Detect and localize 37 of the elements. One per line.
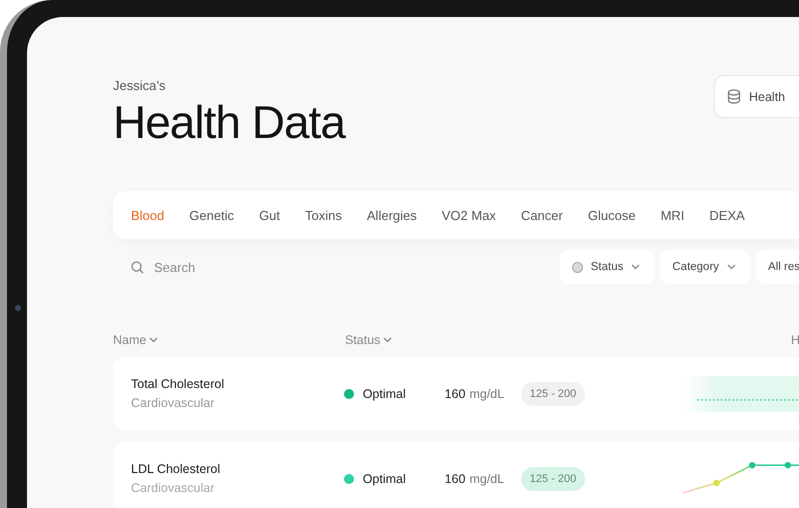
tab[interactable]: Allergies [366, 208, 417, 222]
filter-dropdown[interactable]: Category [660, 250, 750, 284]
camera-dot [15, 305, 21, 311]
biomarker-row[interactable]: LDL Cholesterol Cardiovascular Optimal 160 mg/dL 125 - 200 [113, 442, 799, 508]
search-icon [131, 260, 144, 274]
page-title: Health Data [113, 99, 345, 145]
range-pill: 125 - 200 [520, 466, 586, 490]
value-text: 160 [444, 472, 466, 486]
category-text: Cardiovascular [131, 481, 214, 495]
tab[interactable]: DEXA [709, 208, 745, 222]
status-circle-icon [572, 262, 583, 272]
biomarker-row[interactable]: Total Cholesterol Cardiovascular Optimal 160 mg/dL 125 - 200 [113, 357, 799, 430]
chevron-down-icon [383, 337, 392, 343]
chevron-down-icon [631, 264, 640, 270]
tab[interactable]: VO2 Max [442, 208, 496, 222]
health-button[interactable]: Health [714, 75, 799, 118]
filter-dropdown[interactable]: Status [560, 250, 654, 284]
chevron-down-icon [727, 264, 736, 270]
database-icon [727, 89, 741, 104]
biomarker-name: Total Cholesterol [131, 377, 224, 391]
tab[interactable]: Glucose [588, 208, 636, 222]
category-text: Cardiovascular [131, 396, 214, 410]
range-pill: 125 - 200 [520, 382, 586, 406]
tab[interactable]: Toxins [305, 208, 342, 222]
tab[interactable]: Gut [259, 208, 280, 222]
chevron-down-icon [149, 337, 158, 343]
unit-text: mg/dL [469, 386, 504, 400]
unit-text: mg/dL [469, 472, 504, 486]
status-text: Optimal [362, 472, 406, 486]
status-text: Optimal [362, 386, 406, 400]
search-field[interactable]: Search [152, 258, 276, 276]
tab[interactable]: Genetic [189, 208, 234, 222]
tab[interactable]: MRI [660, 208, 684, 222]
tab[interactable]: Cancer [520, 208, 563, 222]
value-text: 160 [444, 386, 466, 400]
owner-label: Jessica’s [113, 78, 166, 93]
biomarker-name: LDL Cholesterol [131, 462, 220, 476]
